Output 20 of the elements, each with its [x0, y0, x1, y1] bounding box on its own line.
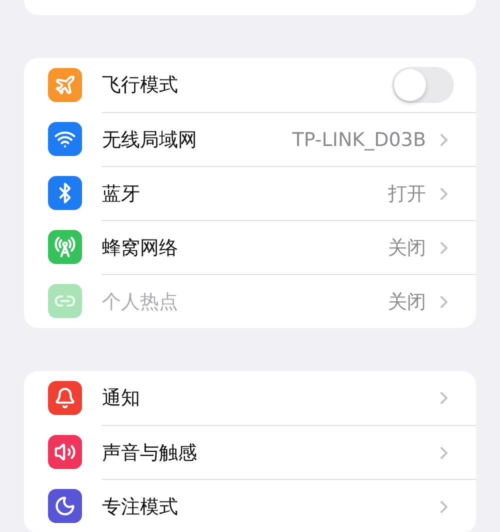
toggle-switch[interactable] [392, 67, 454, 103]
setting-value: 关闭 [388, 290, 426, 314]
settings-row[interactable]: 蓝牙 打开 [24, 166, 476, 220]
settings-row[interactable]: 通知 [24, 371, 476, 425]
settings-row[interactable]: 专注模式 [24, 479, 476, 532]
setting-label: 专注模式 [102, 494, 179, 520]
setting-value: 打开 [388, 182, 426, 206]
setting-label: 蜂窝网络 [102, 236, 179, 260]
setting-value: 关闭 [388, 236, 426, 260]
settings-row[interactable]: 无线局域网 TP-LINK_D03B [24, 112, 476, 166]
setting-label: 蓝牙 [102, 182, 141, 206]
setting-label: 无线局域网 [102, 128, 198, 152]
setting-label: 个人热点 [102, 290, 179, 314]
settings-row[interactable]: 飞行模式 [24, 58, 476, 112]
setting-label: 声音与触感 [102, 440, 198, 466]
setting-value: TP-LINK_D03B [292, 128, 426, 150]
settings-row[interactable]: 声音与触感 [24, 425, 476, 479]
setting-label: 飞行模式 [102, 73, 179, 98]
settings-row[interactable]: 蜂窝网络 关闭 [24, 220, 476, 274]
setting-label: 通知 [102, 386, 141, 411]
